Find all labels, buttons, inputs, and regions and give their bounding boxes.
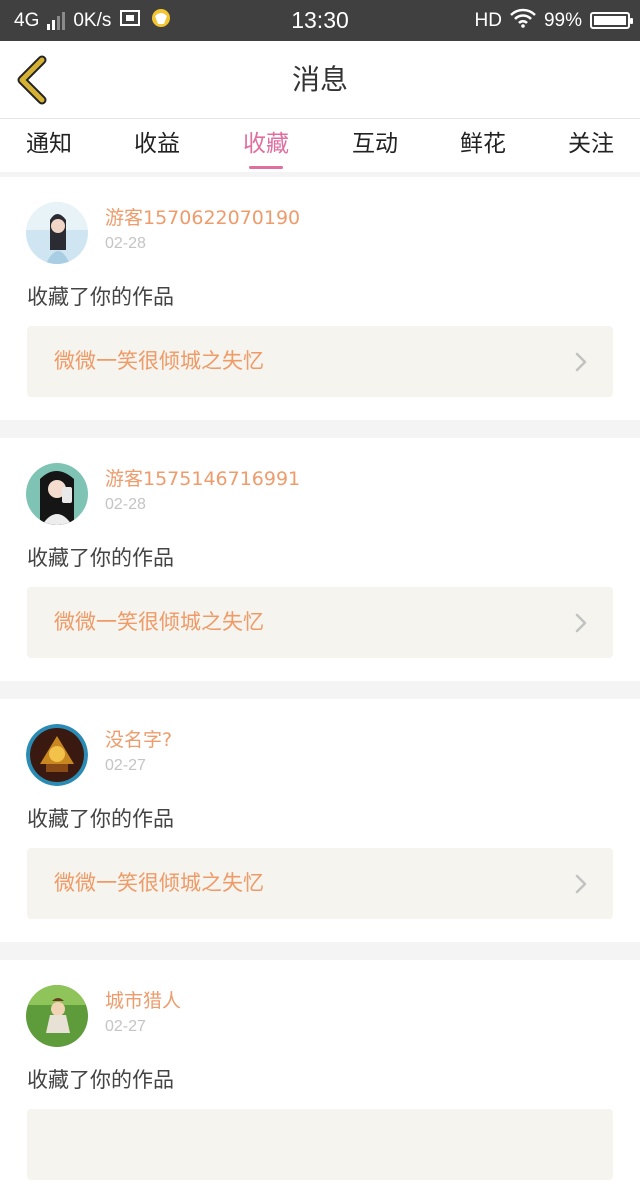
avatar[interactable] [26, 202, 88, 264]
work-title: 微微一笑很倾城之失忆 [54, 610, 264, 634]
tab-bar: 通知 收益 收藏 互动 鲜花 关注 [0, 119, 640, 172]
username[interactable]: 城市猎人 [105, 986, 181, 1013]
action-text: 收藏了你的作品 [27, 285, 174, 309]
battery-icon [590, 12, 633, 29]
work-link[interactable]: 微微一笑很倾城之失忆 [27, 848, 613, 919]
notification-app-icon [149, 7, 173, 35]
status-left: 4G 0K/s [14, 0, 173, 41]
message-date: 02-28 [105, 496, 146, 513]
work-title: 微微一笑很倾城之失忆 [54, 349, 264, 373]
avatar[interactable] [26, 463, 88, 525]
message-date: 02-27 [105, 757, 146, 774]
network-type: 4G [14, 9, 40, 31]
battery-percent: 99% [543, 9, 582, 31]
message-card: 没名字? 02-27 收藏了你的作品 微微一笑很倾城之失忆 [0, 699, 640, 942]
action-text: 收藏了你的作品 [27, 807, 174, 831]
work-link[interactable]: 微微一笑很倾城之失忆 [27, 587, 613, 658]
chevron-right-icon [575, 613, 587, 633]
tab-following[interactable]: 关注 [537, 119, 640, 172]
chevron-left-icon [17, 55, 47, 105]
status-bar: 4G 0K/s 13:30 HD 99% [0, 0, 640, 41]
page-title: 消息 [291, 63, 348, 96]
tab-interactions[interactable]: 互动 [321, 119, 429, 172]
message-card: 城市猎人 02-27 收藏了你的作品 [0, 960, 640, 1203]
username[interactable]: 游客1570622070190 [105, 203, 300, 230]
hd-indicator: HD [474, 9, 502, 31]
screenshot-icon [119, 8, 141, 34]
username[interactable]: 游客1575146716991 [105, 464, 300, 491]
message-card: 游客1570622070190 02-28 收藏了你的作品 微微一笑很倾城之失忆 [0, 177, 640, 420]
status-right: HD 99% [474, 0, 633, 41]
chevron-right-icon [575, 874, 587, 894]
action-text: 收藏了你的作品 [27, 546, 174, 570]
back-button[interactable] [14, 55, 54, 105]
wifi-icon [510, 8, 536, 34]
message-card: 游客1575146716991 02-28 收藏了你的作品 微微一笑很倾城之失忆 [0, 438, 640, 681]
avatar[interactable] [26, 985, 88, 1047]
tab-favorites[interactable]: 收藏 [212, 119, 320, 172]
work-link[interactable]: 微微一笑很倾城之失忆 [27, 326, 613, 397]
work-link[interactable] [27, 1109, 613, 1180]
message-date: 02-27 [105, 1018, 146, 1035]
header: 消息 [0, 41, 640, 119]
tab-notifications[interactable]: 通知 [0, 119, 103, 172]
avatar[interactable] [26, 724, 88, 786]
tab-earnings[interactable]: 收益 [103, 119, 211, 172]
action-text: 收藏了你的作品 [27, 1068, 174, 1092]
work-title: 微微一笑很倾城之失忆 [54, 871, 264, 895]
username[interactable]: 没名字? [105, 725, 172, 752]
network-speed: 0K/s [73, 9, 112, 31]
tab-flowers[interactable]: 鲜花 [429, 119, 537, 172]
signal-icon [47, 11, 66, 30]
chevron-right-icon [575, 352, 587, 372]
message-date: 02-28 [105, 235, 146, 252]
